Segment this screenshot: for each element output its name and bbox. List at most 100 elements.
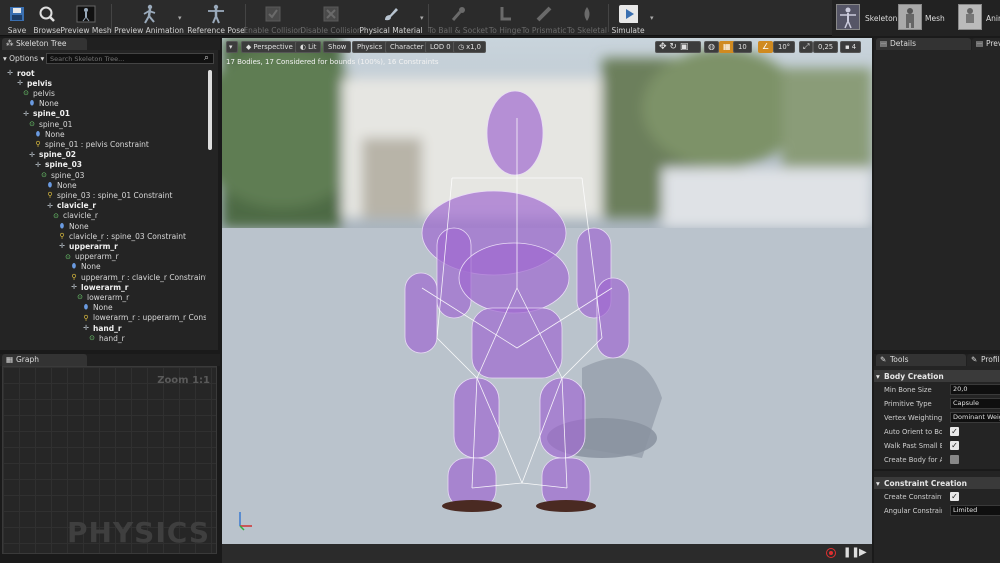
tree-row-bone[interactable]: ✛ lowerarm_r xyxy=(0,282,128,292)
preview-animation-button[interactable]: Preview Animation xyxy=(114,1,184,35)
tree-scrollbar[interactable] xyxy=(208,70,212,150)
min-bone-size-field[interactable]: 20,0 xyxy=(950,384,1000,395)
scale-snap-toggle[interactable]: ⤢ xyxy=(799,41,814,53)
tree-row-bone[interactable]: ✛ pelvis xyxy=(0,78,52,88)
tree-row-label: clavicle_r xyxy=(63,211,98,221)
simulate-button[interactable]: Simulate xyxy=(611,1,645,35)
walk-past-checkbox[interactable]: ✓ xyxy=(950,441,959,450)
lod-button[interactable]: LOD 0 xyxy=(425,41,456,53)
play-button[interactable]: ▶ xyxy=(859,547,867,558)
graph-canvas[interactable]: Zoom 1:1 PHYSICS xyxy=(2,366,217,554)
tree-row-body[interactable]: ⊙ upperarm_r xyxy=(0,252,119,262)
tab-tools[interactable]: ✎ Tools xyxy=(876,354,966,366)
world-local-button[interactable]: ◍ xyxy=(704,41,719,53)
tree-row-shape[interactable]: ⬮ None xyxy=(0,303,113,313)
create-constraints-checkbox[interactable]: ✓ xyxy=(950,492,959,501)
tree-row-body[interactable]: ⊙ spine_03 xyxy=(0,170,84,180)
tree-row-constraint[interactable]: ⚲ clavicle_r : spine_03 Constraint xyxy=(0,231,186,241)
camera-speed-button[interactable]: ▪ 4 xyxy=(840,41,862,53)
mesh-thumbnail[interactable] xyxy=(898,4,922,30)
create-all-checkbox[interactable] xyxy=(950,455,959,464)
tab-details[interactable]: ▤ Details xyxy=(876,38,971,50)
bone-icon: ✛ xyxy=(83,324,89,332)
chevron-down-icon[interactable]: ▾ xyxy=(420,14,424,22)
tree-row-label: None xyxy=(69,221,89,231)
tree-row-constraint[interactable]: ⚲ lowerarm_r : upperarm_r Constraint xyxy=(0,313,206,323)
perspective-button[interactable]: ◆ Perspective xyxy=(241,41,298,53)
tree-row-bone[interactable]: ✛ spine_01 xyxy=(0,109,70,119)
tree-row-body[interactable]: ⊙ hand_r xyxy=(0,333,125,343)
disable-collision-button[interactable]: Disable Collision xyxy=(300,1,362,35)
graph-icon: ▦ xyxy=(6,355,14,364)
physical-material-button[interactable]: Physical Material xyxy=(359,1,423,35)
mode-mesh-label[interactable]: Mesh xyxy=(925,14,945,23)
bone-icon: ✛ xyxy=(7,69,13,77)
tree-row-bone[interactable]: ✛ root xyxy=(0,68,35,78)
tree-row-body[interactable]: ⊙ pelvis xyxy=(0,88,55,98)
character-button[interactable]: Character xyxy=(385,41,429,53)
viewport[interactable]: ▾ ◆ Perspective ◐ Lit Show Physics Chara… xyxy=(222,38,872,563)
chevron-down-icon: ▾ xyxy=(229,43,233,51)
rotation-snap-toggle[interactable]: ∠ xyxy=(758,41,774,53)
tree-row-bone[interactable]: ✛ spine_03 xyxy=(0,160,82,170)
browse-button[interactable]: Browse xyxy=(33,1,61,35)
reference-pose-button[interactable]: Reference Pose xyxy=(187,1,245,35)
anim-thumbnail[interactable] xyxy=(958,4,982,30)
tree-row-constraint[interactable]: ⚲ upperarm_r : clavicle_r Constraint xyxy=(0,272,206,282)
tree-row-body[interactable]: ⊙ lowerarm_r xyxy=(0,292,129,302)
enable-collision-button[interactable]: Enable Collision xyxy=(243,1,303,35)
tree-row-bone[interactable]: ✛ clavicle_r xyxy=(0,201,96,211)
lit-button[interactable]: ◐ Lit xyxy=(295,41,322,53)
auto-orient-checkbox[interactable]: ✓ xyxy=(950,427,959,436)
chevron-down-icon[interactable]: ▾ xyxy=(178,14,182,22)
rotation-snap-value[interactable]: 10° xyxy=(773,41,796,53)
tree-row-label: lowerarm_r : upperarm_r Constraint xyxy=(93,313,206,323)
tree-row-shape[interactable]: ⬮ None xyxy=(0,221,89,231)
tab-profile[interactable]: ✎ Profile xyxy=(967,354,1000,366)
tree-row-body[interactable]: ⊙ clavicle_r xyxy=(0,211,98,221)
transform-tools-group: ✥ ↻ ▣ xyxy=(655,41,701,53)
scale-snap-value[interactable]: 0,25 xyxy=(813,41,839,53)
tree-row-shape[interactable]: ⬮ None xyxy=(0,180,77,190)
preview-mesh-button[interactable]: Preview Mesh xyxy=(60,1,112,35)
tab-preview[interactable]: ▤ Preview xyxy=(972,38,1000,50)
to-skeletal-button[interactable]: To Skeletal xyxy=(567,1,607,35)
mode-anim-label[interactable]: Anim xyxy=(986,14,1000,23)
tree-row-shape[interactable]: ⬮ None xyxy=(0,262,101,272)
constraint-creation-header[interactable]: ▾ Constraint Creation xyxy=(874,477,1000,489)
tree-row-shape[interactable]: ⬮ None xyxy=(0,129,65,139)
save-button[interactable]: Save xyxy=(4,1,30,35)
tab-graph[interactable]: ▦ Graph xyxy=(2,354,87,366)
tree-row-bone[interactable]: ✛ spine_02 xyxy=(0,150,76,160)
viewport-options-button[interactable]: ▾ xyxy=(226,41,238,53)
chevron-down-icon[interactable]: ▾ xyxy=(650,14,654,22)
tree-row-constraint[interactable]: ⚲ spine_03 : spine_01 Constraint xyxy=(0,190,172,200)
pause-button[interactable]: ❚❚ xyxy=(843,547,860,558)
rotate-icon[interactable]: ↻ xyxy=(669,42,677,52)
physics-button[interactable]: Physics xyxy=(352,41,388,53)
skeleton-thumbnail[interactable] xyxy=(836,4,860,30)
tab-skeleton-tree[interactable]: ⁂ Skeleton Tree xyxy=(2,38,87,50)
grid-snap-value[interactable]: 10 xyxy=(733,41,752,53)
options-dropdown[interactable]: ▾ Options ▾ xyxy=(3,54,44,63)
vertex-weighting-select[interactable]: Dominant Weight xyxy=(950,412,1000,423)
move-icon[interactable]: ✥ xyxy=(659,42,667,52)
search-input[interactable] xyxy=(46,53,214,64)
show-button[interactable]: Show xyxy=(323,41,352,53)
tree-row-body[interactable]: ⊙ spine_01 xyxy=(0,119,72,129)
clock-icon: ◷ xyxy=(458,43,467,51)
to-ball-socket-button[interactable]: To Ball & Socket xyxy=(428,1,488,35)
angular-mode-select[interactable]: Limited xyxy=(950,505,1000,516)
to-prismatic-button[interactable]: To Prismatic xyxy=(522,1,566,35)
body-creation-header[interactable]: ▾ Body Creation xyxy=(874,370,1000,382)
tree-row-bone[interactable]: ✛ hand_r xyxy=(0,323,122,333)
tree-row-constraint[interactable]: ⚲ spine_01 : pelvis Constraint xyxy=(0,139,148,149)
to-hinge-button[interactable]: To Hinge xyxy=(488,1,522,35)
record-button[interactable] xyxy=(826,548,836,558)
tree-row-bone[interactable]: ✛ upperarm_r xyxy=(0,241,118,251)
mode-skeleton-label[interactable]: Skeleton xyxy=(865,14,897,23)
scale-icon[interactable]: ▣ xyxy=(680,42,689,52)
speed-button[interactable]: ◷ x1,0 xyxy=(453,41,486,53)
primitive-type-select[interactable]: Capsule xyxy=(950,398,1000,409)
tree-row-shape[interactable]: ⬮ None xyxy=(0,99,59,109)
